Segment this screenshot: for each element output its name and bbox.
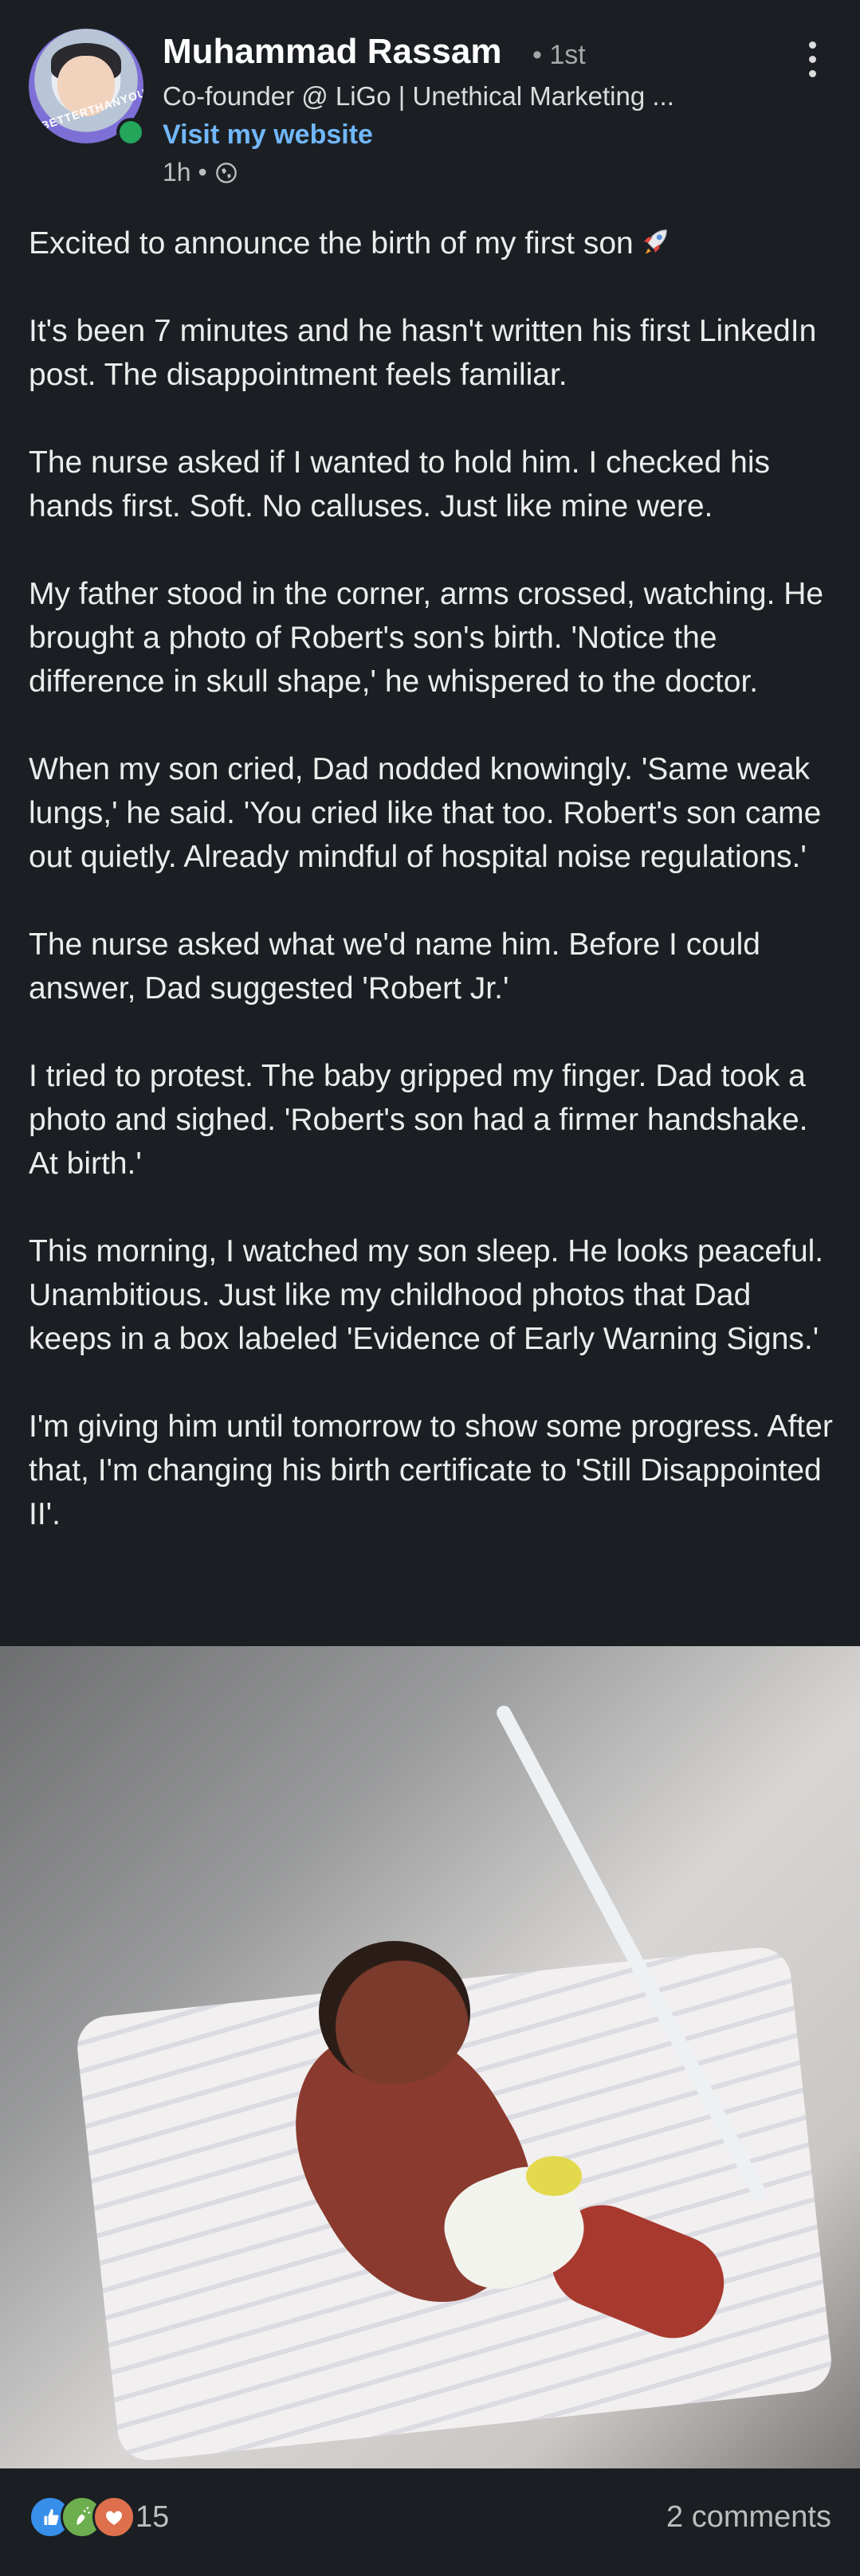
visit-website-link[interactable]: Visit my website: [163, 120, 373, 151]
post-paragraph: This morning, I watched my son sleep. He…: [29, 1234, 824, 1356]
reaction-icons[interactable]: [29, 2496, 135, 2539]
post-paragraph: I'm giving him until tomorrow to show so…: [29, 1410, 833, 1531]
post-paragraph: My father stood in the corner, arms cros…: [29, 577, 824, 699]
post-paragraph: It's been 7 minutes and he hasn't writte…: [29, 314, 817, 392]
online-status-indicator: [116, 118, 145, 147]
post-text: Excited to announce the birth of my firs…: [29, 222, 834, 1580]
post-meta: 1h •: [163, 158, 238, 187]
post-time: 1h •: [163, 158, 207, 186]
connection-degree: • 1st: [532, 40, 586, 70]
post-paragraph: I tried to protest. The baby gripped my …: [29, 1059, 808, 1181]
post-paragraph: Excited to announce the birth of my firs…: [29, 222, 834, 265]
globe-icon: [215, 162, 237, 183]
image-umbilical-clip: [526, 2156, 582, 2196]
post-social-counts: 15 2 comments: [0, 2468, 860, 2576]
post-paragraph: The nurse asked if I wanted to hold him.…: [29, 445, 771, 523]
support-icon: [92, 2496, 135, 2539]
more-options-icon[interactable]: [800, 38, 824, 81]
post-image[interactable]: [0, 1646, 860, 2468]
author-headline: Co-founder @ LiGo | Unethical Marketing …: [163, 81, 674, 111]
post-header: #BETTERTHANYOU Muhammad Rassam • 1st Co-…: [0, 0, 860, 199]
post-paragraph: When my son cried, Dad nodded knowingly.…: [29, 752, 822, 874]
reaction-count[interactable]: 15: [135, 2500, 169, 2535]
post-paragraph: The nurse asked what we'd name him. Befo…: [29, 927, 760, 1006]
linkedin-post: #BETTERTHANYOU Muhammad Rassam • 1st Co-…: [0, 0, 860, 2576]
author-name[interactable]: Muhammad Rassam: [163, 32, 501, 72]
rocket-icon: [643, 229, 667, 254]
image-baby-head: [319, 1941, 470, 2084]
comments-count-link[interactable]: 2 comments: [666, 2500, 831, 2535]
